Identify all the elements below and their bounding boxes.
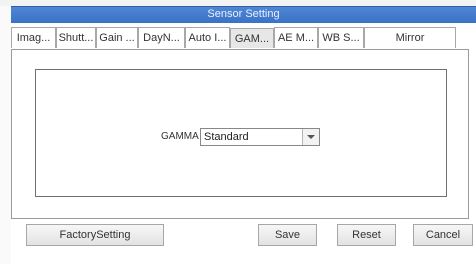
gamma-group-box: GAMMA Standard bbox=[35, 69, 447, 197]
tab-shutter[interactable]: Shutt... bbox=[56, 27, 96, 48]
factory-setting-button[interactable]: FactorySetting bbox=[26, 224, 164, 246]
sensor-setting-dialog: Sensor Setting Imag... Shutt... Gain ...… bbox=[11, 6, 476, 264]
dropdown-button[interactable] bbox=[302, 129, 319, 145]
tab-white-balance[interactable]: WB S... bbox=[318, 27, 364, 48]
reset-button[interactable]: Reset bbox=[337, 224, 396, 246]
gamma-select[interactable]: Standard bbox=[200, 128, 320, 146]
tab-ae-mode[interactable]: AE M... bbox=[274, 27, 318, 48]
title-bar[interactable]: Sensor Setting bbox=[11, 6, 476, 23]
tab-mirror[interactable]: Mirror bbox=[364, 27, 456, 48]
gamma-label: GAMMA bbox=[161, 131, 199, 142]
cancel-button[interactable]: Cancel bbox=[413, 224, 473, 246]
tab-bar: Imag... Shutt... Gain ... DayN... Auto I… bbox=[11, 27, 476, 49]
tab-day-night[interactable]: DayN... bbox=[138, 27, 185, 48]
tab-image[interactable]: Imag... bbox=[11, 27, 56, 48]
save-button[interactable]: Save bbox=[258, 224, 317, 246]
tab-gain[interactable]: Gain ... bbox=[96, 27, 138, 48]
tab-auto-iris[interactable]: Auto I... bbox=[185, 27, 230, 48]
tab-content-panel: GAMMA Standard bbox=[11, 49, 469, 219]
window-title: Sensor Setting bbox=[207, 8, 280, 20]
tab-gamma[interactable]: GAM... bbox=[230, 28, 274, 48]
chevron-down-icon bbox=[307, 135, 315, 139]
screen: Sensor Setting Imag... Shutt... Gain ...… bbox=[0, 0, 476, 264]
gamma-select-value: Standard bbox=[204, 131, 249, 143]
